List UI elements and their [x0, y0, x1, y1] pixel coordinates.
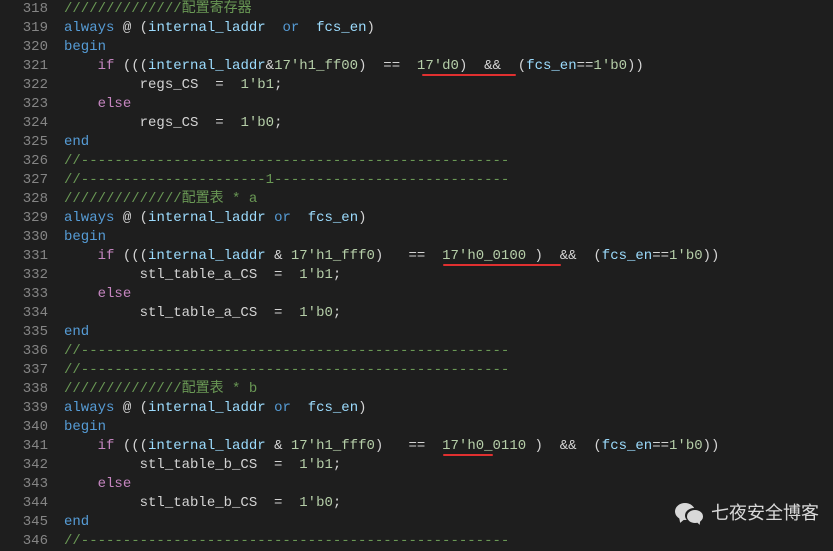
- code-line[interactable]: always @ (internal_laddr or fcs_en): [64, 399, 833, 418]
- wechat-icon: [675, 501, 703, 525]
- line-number: 327: [0, 171, 48, 190]
- code-line[interactable]: //--------------------------------------…: [64, 361, 833, 380]
- code-line[interactable]: //--------------------------------------…: [64, 342, 833, 361]
- code-line[interactable]: //----------------------1---------------…: [64, 171, 833, 190]
- line-number-gutter: 3183193203213223233243253263273283293303…: [0, 0, 64, 549]
- watermark-text: 七夜安全博客: [711, 504, 819, 523]
- line-number: 333: [0, 285, 48, 304]
- line-number: 346: [0, 532, 48, 551]
- line-number: 323: [0, 95, 48, 114]
- code-editor[interactable]: 3183193203213223233243253263273283293303…: [0, 0, 833, 549]
- code-line[interactable]: else: [64, 95, 833, 114]
- code-line[interactable]: else: [64, 285, 833, 304]
- code-line[interactable]: begin: [64, 38, 833, 57]
- code-line[interactable]: regs_CS = 1'b1;: [64, 76, 833, 95]
- line-number: 332: [0, 266, 48, 285]
- line-number: 329: [0, 209, 48, 228]
- code-area[interactable]: //////////////配置寄存器always @ (internal_la…: [64, 0, 833, 549]
- line-number: 342: [0, 456, 48, 475]
- line-number: 336: [0, 342, 48, 361]
- code-line[interactable]: stl_table_a_CS = 1'b1;: [64, 266, 833, 285]
- code-line[interactable]: begin: [64, 418, 833, 437]
- line-number: 328: [0, 190, 48, 209]
- line-number: 344: [0, 494, 48, 513]
- line-number: 341: [0, 437, 48, 456]
- annotation-underline-1: [422, 74, 516, 76]
- line-number: 345: [0, 513, 48, 532]
- line-number: 326: [0, 152, 48, 171]
- code-line[interactable]: always @ (internal_laddr or fcs_en): [64, 209, 833, 228]
- code-line[interactable]: //////////////配置表 * a: [64, 190, 833, 209]
- line-number: 330: [0, 228, 48, 247]
- line-number: 343: [0, 475, 48, 494]
- line-number: 331: [0, 247, 48, 266]
- code-line[interactable]: regs_CS = 1'b0;: [64, 114, 833, 133]
- watermark: 七夜安全博客: [675, 501, 819, 525]
- code-line[interactable]: end: [64, 133, 833, 152]
- line-number: 319: [0, 19, 48, 38]
- code-line[interactable]: //////////////配置寄存器: [64, 0, 833, 19]
- code-line[interactable]: stl_table_a_CS = 1'b0;: [64, 304, 833, 323]
- annotation-underline-2: [443, 264, 561, 266]
- line-number: 325: [0, 133, 48, 152]
- line-number: 338: [0, 380, 48, 399]
- line-number: 334: [0, 304, 48, 323]
- code-line[interactable]: begin: [64, 228, 833, 247]
- code-line[interactable]: always @ (internal_laddr or fcs_en): [64, 19, 833, 38]
- line-number: 320: [0, 38, 48, 57]
- line-number: 339: [0, 399, 48, 418]
- code-line[interactable]: stl_table_b_CS = 1'b1;: [64, 456, 833, 475]
- line-number: 321: [0, 57, 48, 76]
- annotation-underline-3: [443, 454, 493, 456]
- code-line[interactable]: //////////////配置表 * b: [64, 380, 833, 399]
- code-line[interactable]: end: [64, 323, 833, 342]
- code-line[interactable]: else: [64, 475, 833, 494]
- line-number: 337: [0, 361, 48, 380]
- code-line[interactable]: //--------------------------------------…: [64, 152, 833, 171]
- line-number: 340: [0, 418, 48, 437]
- line-number: 322: [0, 76, 48, 95]
- line-number: 318: [0, 0, 48, 19]
- line-number: 324: [0, 114, 48, 133]
- line-number: 335: [0, 323, 48, 342]
- code-line[interactable]: //--------------------------------------…: [64, 532, 833, 551]
